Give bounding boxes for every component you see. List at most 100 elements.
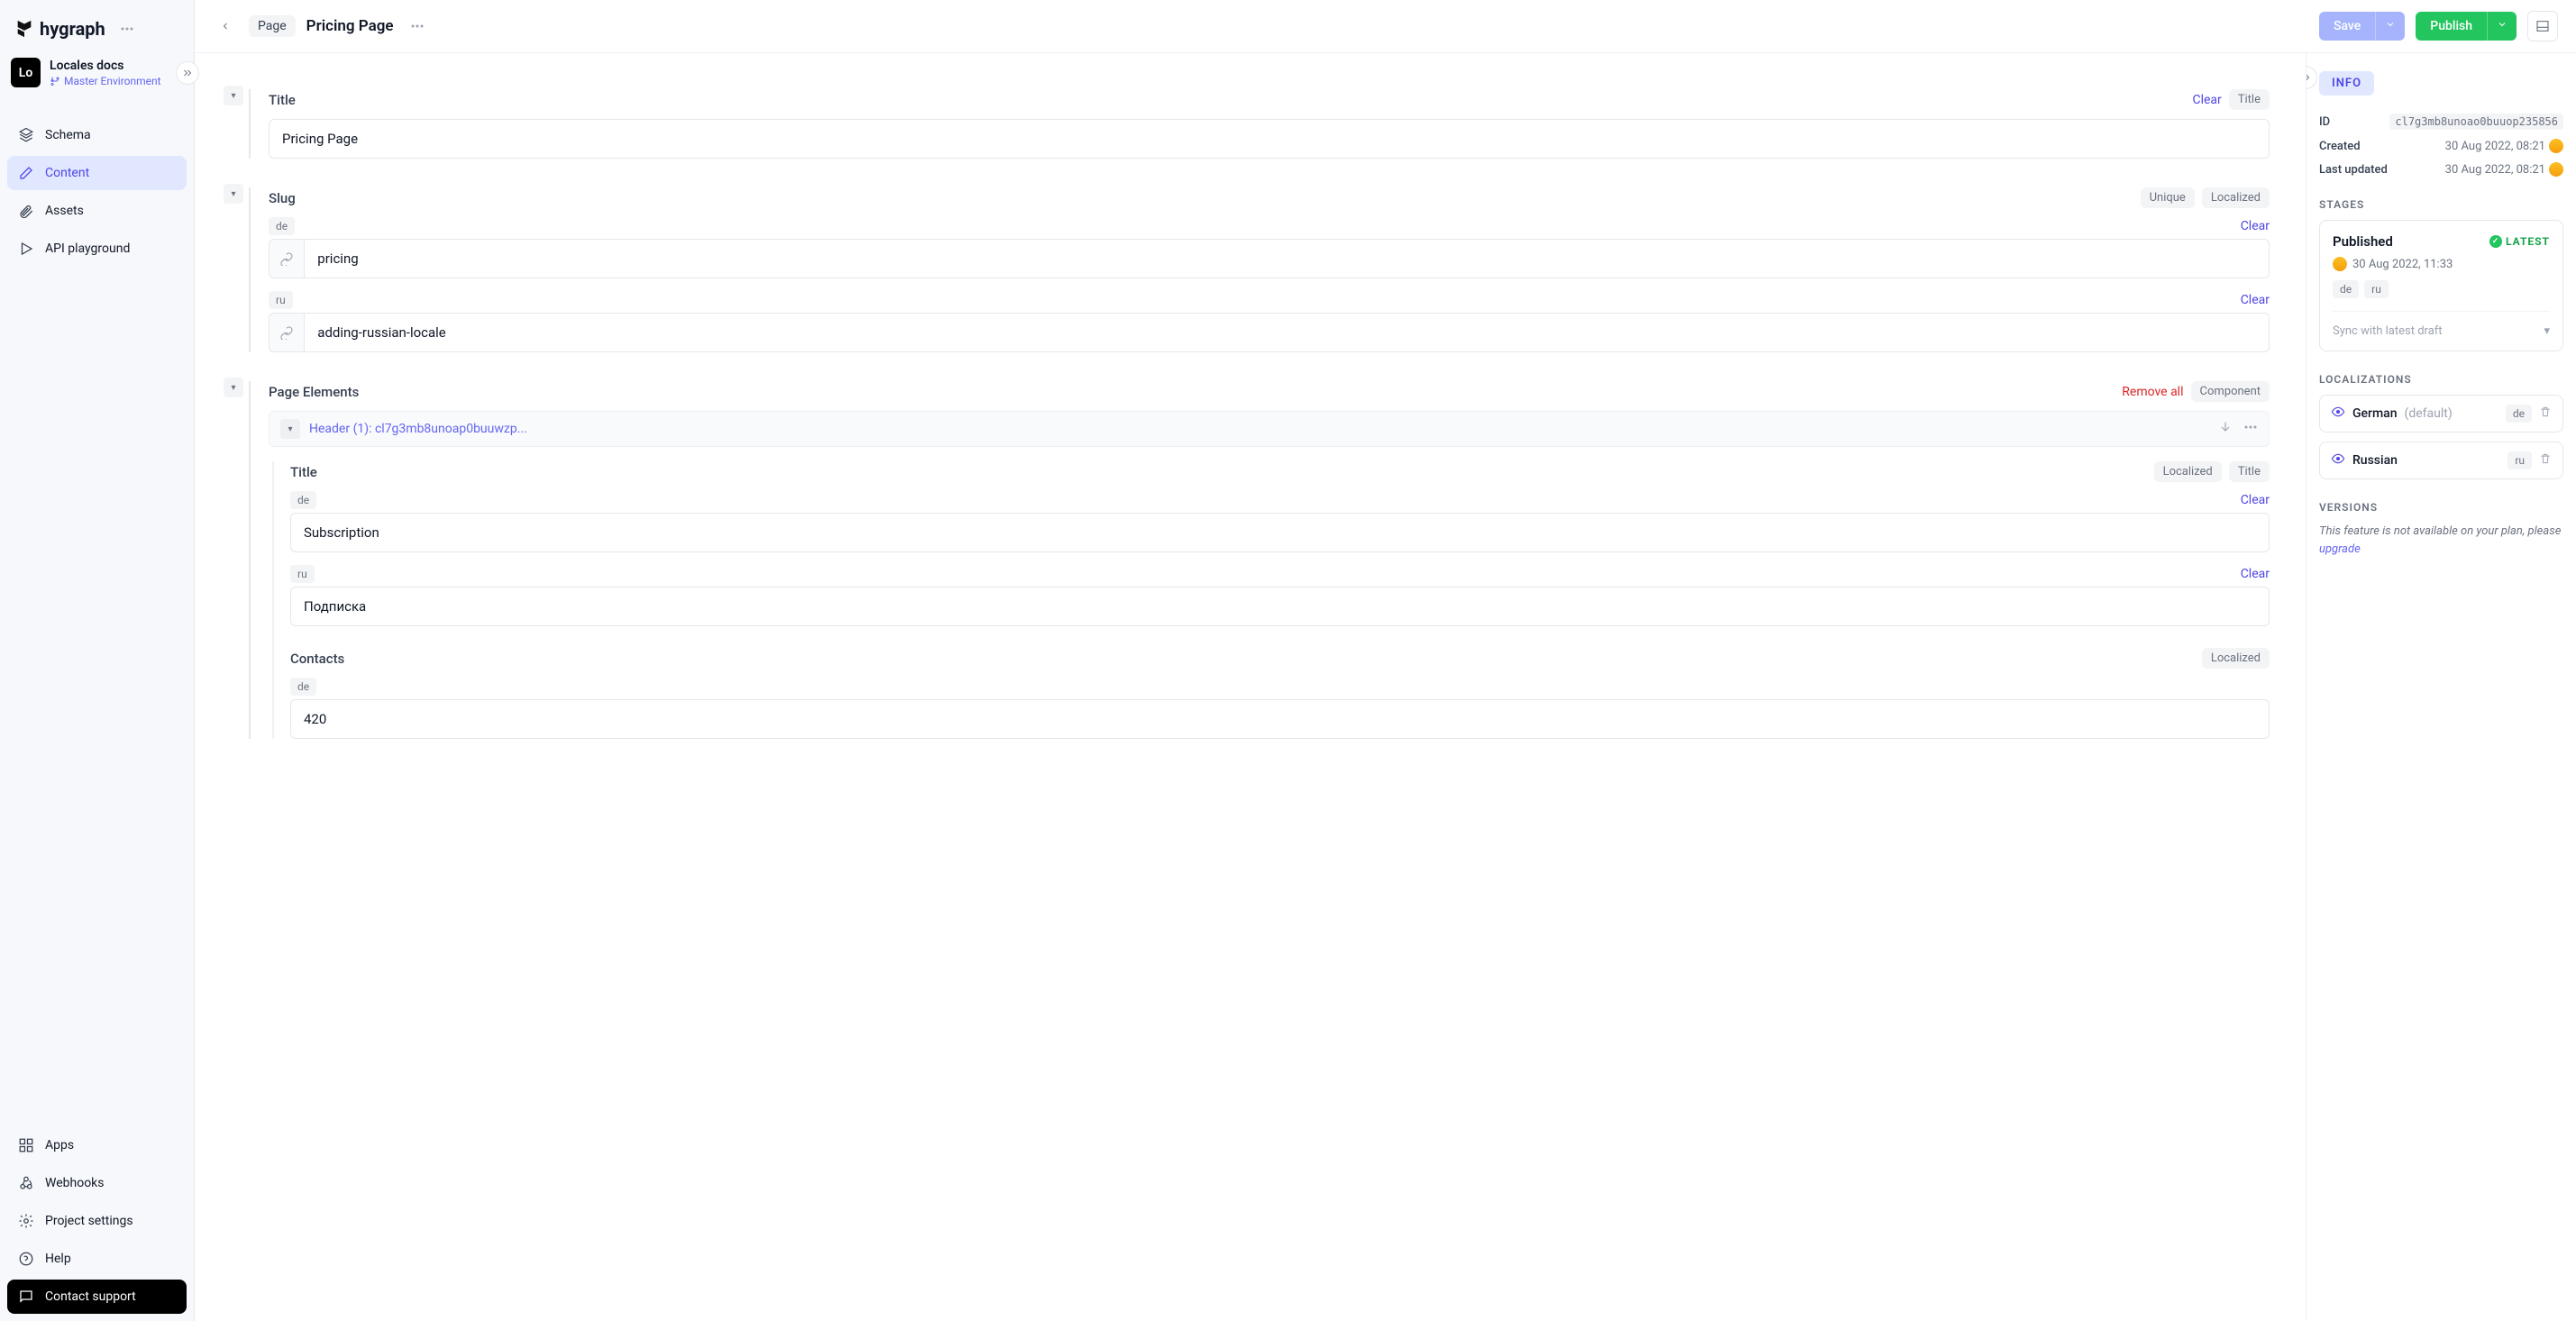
collapse-slug[interactable]: ▾ bbox=[224, 184, 243, 204]
nested-localized-badge: Localized bbox=[2154, 461, 2222, 482]
link-icon bbox=[269, 239, 304, 278]
info-created-row: Created 30 Aug 2022, 08:21 bbox=[2319, 139, 2563, 153]
avatar-icon bbox=[2549, 139, 2563, 153]
publish-button[interactable]: Publish bbox=[2416, 12, 2517, 41]
sidebar-item-contact-support[interactable]: Contact support bbox=[7, 1280, 187, 1314]
nested-title-de-input[interactable] bbox=[290, 513, 2270, 552]
latest-pill: ✓ LATEST bbox=[2489, 235, 2550, 248]
slug-de-input[interactable] bbox=[304, 239, 2270, 278]
title-label: Title bbox=[269, 92, 296, 108]
localization-german[interactable]: German (default) de bbox=[2319, 395, 2563, 433]
contacts-label: Contacts bbox=[290, 651, 344, 667]
project-name: Locales docs bbox=[50, 59, 161, 73]
play-icon bbox=[18, 241, 34, 257]
project-badge: Lo bbox=[11, 58, 41, 87]
eye-icon bbox=[2331, 451, 2345, 469]
component-title[interactable]: Header (1): cl7g3mb8unoap0buuwzp... bbox=[309, 422, 527, 436]
back-button[interactable] bbox=[213, 14, 238, 39]
sidebar-label: Help bbox=[45, 1252, 71, 1266]
nested-title-ru-chip: ru bbox=[290, 565, 315, 583]
paperclip-icon bbox=[18, 203, 34, 219]
sidebar-item-api-playground[interactable]: API playground bbox=[7, 232, 187, 266]
contacts-de-input[interactable] bbox=[290, 699, 2270, 739]
trash-icon[interactable] bbox=[2539, 452, 2552, 469]
page-title: Pricing Page bbox=[306, 17, 394, 35]
branch-icon bbox=[50, 76, 60, 87]
save-button[interactable]: Save bbox=[2319, 12, 2405, 41]
publish-dropdown[interactable] bbox=[2487, 12, 2517, 41]
sync-dropdown[interactable]: Sync with latest draft ▾ bbox=[2333, 311, 2550, 338]
layers-icon bbox=[18, 127, 34, 143]
sidebar-item-project-settings[interactable]: Project settings bbox=[7, 1204, 187, 1238]
stage-name: Published bbox=[2333, 233, 2393, 250]
versions-note: This feature is not available on your pl… bbox=[2319, 523, 2563, 558]
main-nav: Schema Content Assets API playground bbox=[0, 96, 194, 266]
chat-icon bbox=[18, 1289, 34, 1305]
save-dropdown[interactable] bbox=[2375, 12, 2405, 41]
info-id-value[interactable]: cl7g3mb8unoao0buuop235856 bbox=[2389, 114, 2563, 130]
title-input[interactable] bbox=[269, 119, 2270, 159]
sidebar-label: Webhooks bbox=[45, 1176, 105, 1190]
sidebar-item-content[interactable]: Content bbox=[7, 156, 187, 190]
move-down-icon[interactable] bbox=[2218, 420, 2233, 438]
avatar-icon bbox=[2549, 162, 2563, 177]
nested-title-de-clear[interactable]: Clear bbox=[2241, 493, 2270, 507]
slug-localized-badge: Localized bbox=[2202, 187, 2270, 208]
nested-title-badge: Title bbox=[2229, 461, 2270, 482]
upgrade-link[interactable]: upgrade bbox=[2319, 542, 2361, 556]
environment-label: Master Environment bbox=[50, 75, 161, 87]
nested-title-label: Title bbox=[290, 464, 317, 480]
sidebar-item-help[interactable]: Help bbox=[7, 1242, 187, 1276]
breadcrumb-type: Page bbox=[249, 15, 296, 37]
nested-title-ru-clear[interactable]: Clear bbox=[2241, 567, 2270, 581]
nav-bottom: Apps Webhooks Project settings Help Cont… bbox=[0, 1121, 194, 1321]
slug-ru-clear[interactable]: Clear bbox=[2241, 293, 2270, 307]
brand-menu-button[interactable] bbox=[114, 16, 140, 41]
grid-icon bbox=[18, 1137, 34, 1153]
collapse-title[interactable]: ▾ bbox=[224, 86, 243, 105]
sidebar-item-apps[interactable]: Apps bbox=[7, 1128, 187, 1162]
sidebar-item-schema[interactable]: Schema bbox=[7, 118, 187, 152]
sidebar-label: Content bbox=[45, 166, 89, 180]
info-updated-row: Last updated 30 Aug 2022, 08:21 bbox=[2319, 162, 2563, 177]
panel-toggle-button[interactable] bbox=[2527, 11, 2558, 41]
avatar-icon bbox=[2333, 257, 2347, 271]
collapse-page-elements[interactable]: ▾ bbox=[224, 378, 243, 397]
info-id-row: ID cl7g3mb8unoao0buuop235856 bbox=[2319, 114, 2563, 130]
title-clear[interactable]: Clear bbox=[2192, 93, 2221, 107]
slug-label: Slug bbox=[269, 190, 296, 206]
russian-code-chip: ru bbox=[2507, 451, 2532, 469]
topbar-actions: Save Publish bbox=[2319, 11, 2558, 41]
project-switcher[interactable]: Lo Locales docs Master Environment bbox=[11, 58, 183, 87]
component-header: ▾ Header (1): cl7g3mb8unoap0buuwzp... bbox=[269, 411, 2270, 447]
sidebar: hygraph Lo Locales docs Master Environme… bbox=[0, 0, 195, 1321]
sidebar-label: Contact support bbox=[45, 1289, 136, 1304]
component-collapse[interactable]: ▾ bbox=[280, 419, 300, 439]
sidebar-item-assets[interactable]: Assets bbox=[7, 194, 187, 228]
info-heading: INFO bbox=[2319, 71, 2374, 96]
component-more-icon[interactable] bbox=[2243, 420, 2258, 438]
localization-russian[interactable]: Russian ru bbox=[2319, 442, 2563, 479]
nested-title-ru-input[interactable] bbox=[290, 587, 2270, 626]
info-panel: INFO ID cl7g3mb8unoao0buuop235856 Create… bbox=[2306, 53, 2576, 1321]
edit-icon bbox=[18, 165, 34, 181]
component-badge: Component bbox=[2191, 381, 2270, 402]
remove-all-link[interactable]: Remove all bbox=[2122, 385, 2183, 399]
field-page-elements: ▾ Page Elements Remove all Component ▾ H… bbox=[249, 381, 2270, 739]
slug-de-clear[interactable]: Clear bbox=[2241, 219, 2270, 233]
slug-ru-chip: ru bbox=[269, 291, 293, 309]
slug-ru-input[interactable] bbox=[304, 313, 2270, 352]
trash-icon[interactable] bbox=[2539, 405, 2552, 422]
localizations-heading: LOCALIZATIONS bbox=[2319, 373, 2563, 386]
sidebar-label: API playground bbox=[45, 241, 130, 256]
stage-ru-chip: ru bbox=[2364, 280, 2389, 298]
stage-card: Published ✓ LATEST 30 Aug 2022, 11:33 de… bbox=[2319, 220, 2563, 351]
page-more-button[interactable] bbox=[405, 14, 430, 39]
sidebar-item-webhooks[interactable]: Webhooks bbox=[7, 1166, 187, 1200]
gear-icon bbox=[18, 1213, 34, 1229]
page-elements-label: Page Elements bbox=[269, 384, 359, 400]
versions-heading: VERSIONS bbox=[2319, 501, 2563, 514]
info-panel-collapse[interactable] bbox=[2306, 66, 2317, 89]
title-type-badge: Title bbox=[2229, 89, 2270, 110]
field-slug: ▾ Slug Unique Localized de Clear bbox=[249, 187, 2270, 352]
